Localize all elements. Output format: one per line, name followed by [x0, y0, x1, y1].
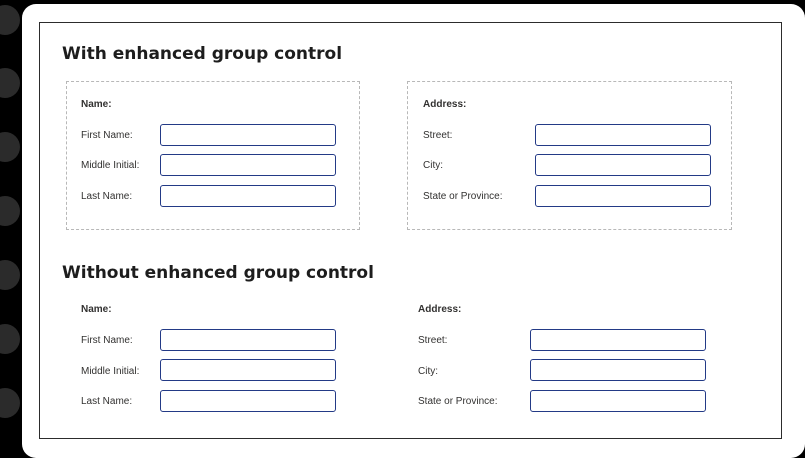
plain-middle-initial-input[interactable]: [160, 359, 336, 381]
enhanced-first-name-input[interactable]: [160, 124, 336, 146]
plain-state-label: State or Province:: [418, 396, 498, 407]
enhanced-first-name-label: First Name:: [81, 130, 133, 141]
enhanced-address-heading: Address:: [423, 99, 467, 110]
form-canvas: With enhanced group control Name: First …: [39, 22, 782, 439]
enhanced-name-heading: Name:: [81, 99, 112, 110]
enhanced-section-title: With enhanced group control: [62, 44, 343, 64]
enhanced-city-label: City:: [423, 160, 443, 171]
plain-last-name-input[interactable]: [160, 390, 336, 412]
plain-city-label: City:: [418, 366, 438, 377]
plain-middle-initial-label: Middle Initial:: [81, 366, 140, 377]
enhanced-state-input[interactable]: [535, 185, 711, 207]
plain-state-input[interactable]: [530, 390, 706, 412]
plain-street-label: Street:: [418, 335, 448, 346]
plain-first-name-input[interactable]: [160, 329, 336, 351]
edge-notch: [0, 196, 20, 226]
enhanced-middle-initial-input[interactable]: [160, 154, 336, 176]
edge-notch: [0, 388, 20, 418]
enhanced-state-label: State or Province:: [423, 191, 503, 202]
edge-notch: [0, 324, 20, 354]
plain-name-heading: Name:: [81, 304, 112, 315]
enhanced-street-label: Street:: [423, 130, 453, 141]
plain-address-heading: Address:: [418, 304, 462, 315]
plain-last-name-label: Last Name:: [81, 396, 133, 407]
enhanced-last-name-input[interactable]: [160, 185, 336, 207]
plain-first-name-label: First Name:: [81, 335, 133, 346]
plain-section-title: Without enhanced group control: [62, 263, 374, 283]
edge-notch: [0, 132, 20, 162]
edge-notch: [0, 5, 20, 35]
edge-notch: [0, 260, 20, 290]
plain-street-input[interactable]: [530, 329, 706, 351]
plain-city-input[interactable]: [530, 359, 706, 381]
enhanced-middle-initial-label: Middle Initial:: [81, 160, 140, 171]
enhanced-street-input[interactable]: [535, 124, 711, 146]
enhanced-last-name-label: Last Name:: [81, 191, 133, 202]
enhanced-city-input[interactable]: [535, 154, 711, 176]
edge-notch: [0, 68, 20, 98]
